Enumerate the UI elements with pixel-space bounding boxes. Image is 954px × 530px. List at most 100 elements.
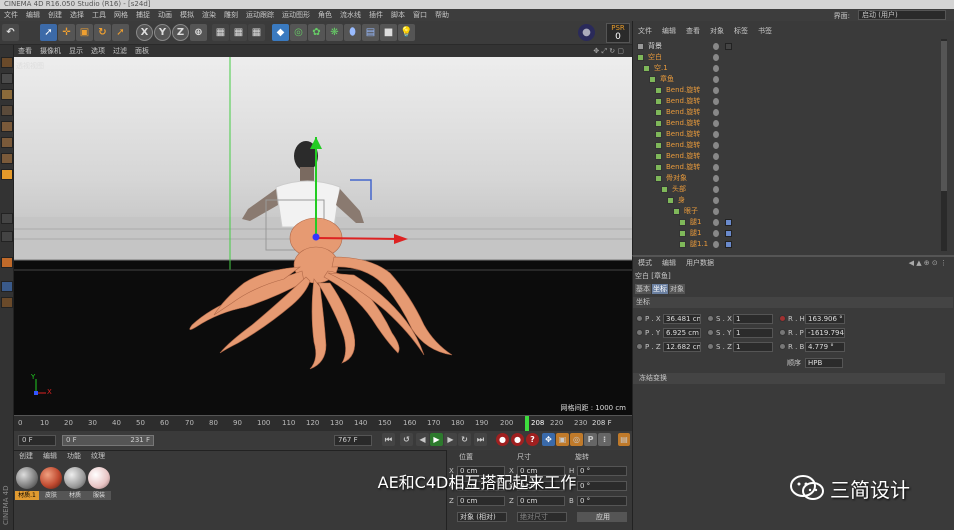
lock-workplane-icon[interactable] [1, 257, 13, 268]
object-tree-row[interactable]: 空.1 [633, 63, 938, 74]
menu-select[interactable]: 选择 [70, 11, 84, 19]
model-mode-icon[interactable] [1, 73, 13, 84]
visibility-toggle[interactable] [713, 109, 719, 116]
viewport-menu-panel[interactable]: 面板 [135, 47, 149, 55]
object-tag-icon[interactable] [725, 230, 732, 237]
workplane-icon[interactable] [1, 105, 13, 116]
perspective-viewport[interactable]: 透视视图 Y X 网格间距 : 1000 cm [14, 57, 632, 415]
visibility-toggle[interactable] [713, 241, 719, 248]
material-menu-texture[interactable]: 纹理 [91, 452, 105, 460]
attr-order-select[interactable]: HPB [805, 358, 843, 368]
object-menu-tags[interactable]: 标签 [734, 27, 748, 35]
object-tree-row[interactable]: 章鱼 [633, 74, 938, 85]
menu-create[interactable]: 创建 [48, 11, 62, 19]
visibility-toggle[interactable] [713, 186, 719, 193]
visibility-toggle[interactable] [713, 120, 719, 127]
object-tree-scrollbar[interactable] [941, 39, 947, 251]
visibility-toggle[interactable] [713, 76, 719, 83]
attr-nav-icons[interactable]: ◀ ▲ ⊕ ⊙ ⋮ [909, 257, 947, 269]
visibility-toggle[interactable] [713, 219, 719, 226]
snap-icon[interactable] [1, 231, 13, 242]
viewport-nav-icons[interactable]: ✥ ⤢ ↻ ▢ [593, 45, 624, 57]
object-tree-row[interactable]: 腿1 [633, 217, 938, 228]
object-tree-row[interactable]: 头部 [633, 184, 938, 195]
coord-apply-button[interactable]: 应用 [577, 512, 627, 522]
keyframe-toggle[interactable] [707, 343, 714, 350]
menu-tools[interactable]: 工具 [92, 11, 106, 19]
menu-mesh[interactable]: 网格 [114, 11, 128, 19]
axis-z-toggle[interactable]: Z [172, 24, 189, 41]
display-mode-icon[interactable]: ● [578, 24, 595, 41]
coordinate-system-icon[interactable]: ⊕ [190, 24, 207, 41]
attr-tab-basic[interactable]: 基本 [635, 284, 651, 294]
object-tree-row[interactable]: Bend.旋转 [633, 118, 938, 129]
rotate-icon[interactable]: ↻ [94, 24, 111, 41]
menu-help[interactable]: 帮助 [435, 11, 449, 19]
axis-icon[interactable] [1, 281, 13, 292]
recent-tool-icon[interactable]: ➚ [112, 24, 129, 41]
object-mode-icon[interactable] [1, 169, 13, 180]
go-to-end-icon[interactable]: ⏭ [474, 433, 487, 446]
object-tag-icon[interactable] [725, 43, 732, 50]
make-editable-icon[interactable] [1, 57, 13, 68]
menu-file[interactable]: 文件 [4, 11, 18, 19]
viewport-menu-display[interactable]: 显示 [69, 47, 83, 55]
keyframe-toggle[interactable] [636, 315, 643, 322]
record-key-icon[interactable]: ● [496, 433, 509, 446]
keyframe-toggle[interactable] [779, 315, 786, 322]
material-menu-function[interactable]: 功能 [67, 452, 81, 460]
attr-r-field[interactable]: 4.779 ° [805, 342, 845, 352]
object-tree-row[interactable]: Bend.旋转 [633, 140, 938, 151]
visibility-toggle[interactable] [713, 65, 719, 72]
attr-r-field[interactable]: -1619.794 ° [805, 328, 845, 338]
object-tree-row[interactable]: Bend.旋转 [633, 85, 938, 96]
menu-motion-tracking[interactable]: 运动跟踪 [246, 11, 274, 19]
playhead[interactable] [525, 416, 529, 431]
render-view-icon[interactable]: ▦ [212, 24, 229, 41]
menu-render[interactable]: 渲染 [202, 11, 216, 19]
object-tag-icon[interactable] [725, 241, 732, 248]
visibility-toggle[interactable] [713, 142, 719, 149]
object-tree-row[interactable]: 腿1 [633, 228, 938, 239]
object-tree-row[interactable]: 腿1.1 [633, 239, 938, 250]
object-tag-icon[interactable] [725, 219, 732, 226]
position-key-icon[interactable]: ✥ [542, 433, 555, 446]
cube-icon[interactable]: ◆ [272, 24, 289, 41]
scale-icon[interactable]: ▣ [76, 24, 93, 41]
attr-s-field[interactable]: 1 [733, 328, 773, 338]
attr-freeze-section[interactable]: 冻结变换 [633, 373, 945, 384]
object-tree-row[interactable]: Bend.旋转 [633, 129, 938, 140]
viewport-menu-options[interactable]: 选项 [91, 47, 105, 55]
viewport-menu-cameras[interactable]: 摄像机 [40, 47, 61, 55]
object-menu-edit[interactable]: 编辑 [662, 27, 676, 35]
object-tree-row[interactable]: Bend.旋转 [633, 151, 938, 162]
solo-icon[interactable] [1, 297, 13, 308]
object-menu-file[interactable]: 文件 [638, 27, 652, 35]
nurbs-icon[interactable]: ◎ [290, 24, 307, 41]
auto-key-icon[interactable]: ● [511, 433, 524, 446]
menu-mograph[interactable]: 运动图形 [282, 11, 310, 19]
render-picture-viewer-icon[interactable]: ▦ [230, 24, 247, 41]
attr-p-field[interactable]: 6.925 cm [663, 328, 701, 338]
parameter-key-icon[interactable]: P [584, 433, 597, 446]
material-menu-create[interactable]: 创建 [19, 452, 33, 460]
visibility-toggle[interactable] [713, 208, 719, 215]
menu-snap[interactable]: 捕捉 [136, 11, 150, 19]
attr-r-field[interactable]: 163.906 ° [805, 314, 845, 324]
timeline-window-icon[interactable]: ▤ [618, 433, 630, 446]
coord-size-field[interactable]: 0 cm [517, 496, 565, 506]
play-icon[interactable]: ▶ [430, 433, 443, 446]
material-menu-edit[interactable]: 编辑 [43, 452, 57, 460]
object-menu-bookmarks[interactable]: 书签 [758, 27, 772, 35]
object-tree-row[interactable]: 身 [633, 195, 938, 206]
menu-script[interactable]: 脚本 [391, 11, 405, 19]
light-icon[interactable]: 💡 [398, 24, 415, 41]
keyframe-toggle[interactable] [707, 315, 714, 322]
next-key-icon[interactable]: ↻ [458, 433, 471, 446]
keyframe-toggle[interactable] [636, 329, 643, 336]
tweak-mode-icon[interactable] [1, 213, 13, 224]
object-tree-row[interactable]: Bend.旋转 [633, 162, 938, 173]
attr-p-field[interactable]: 12.682 cm [663, 342, 701, 352]
scale-key-icon[interactable]: ▣ [556, 433, 569, 446]
visibility-toggle[interactable] [713, 164, 719, 171]
